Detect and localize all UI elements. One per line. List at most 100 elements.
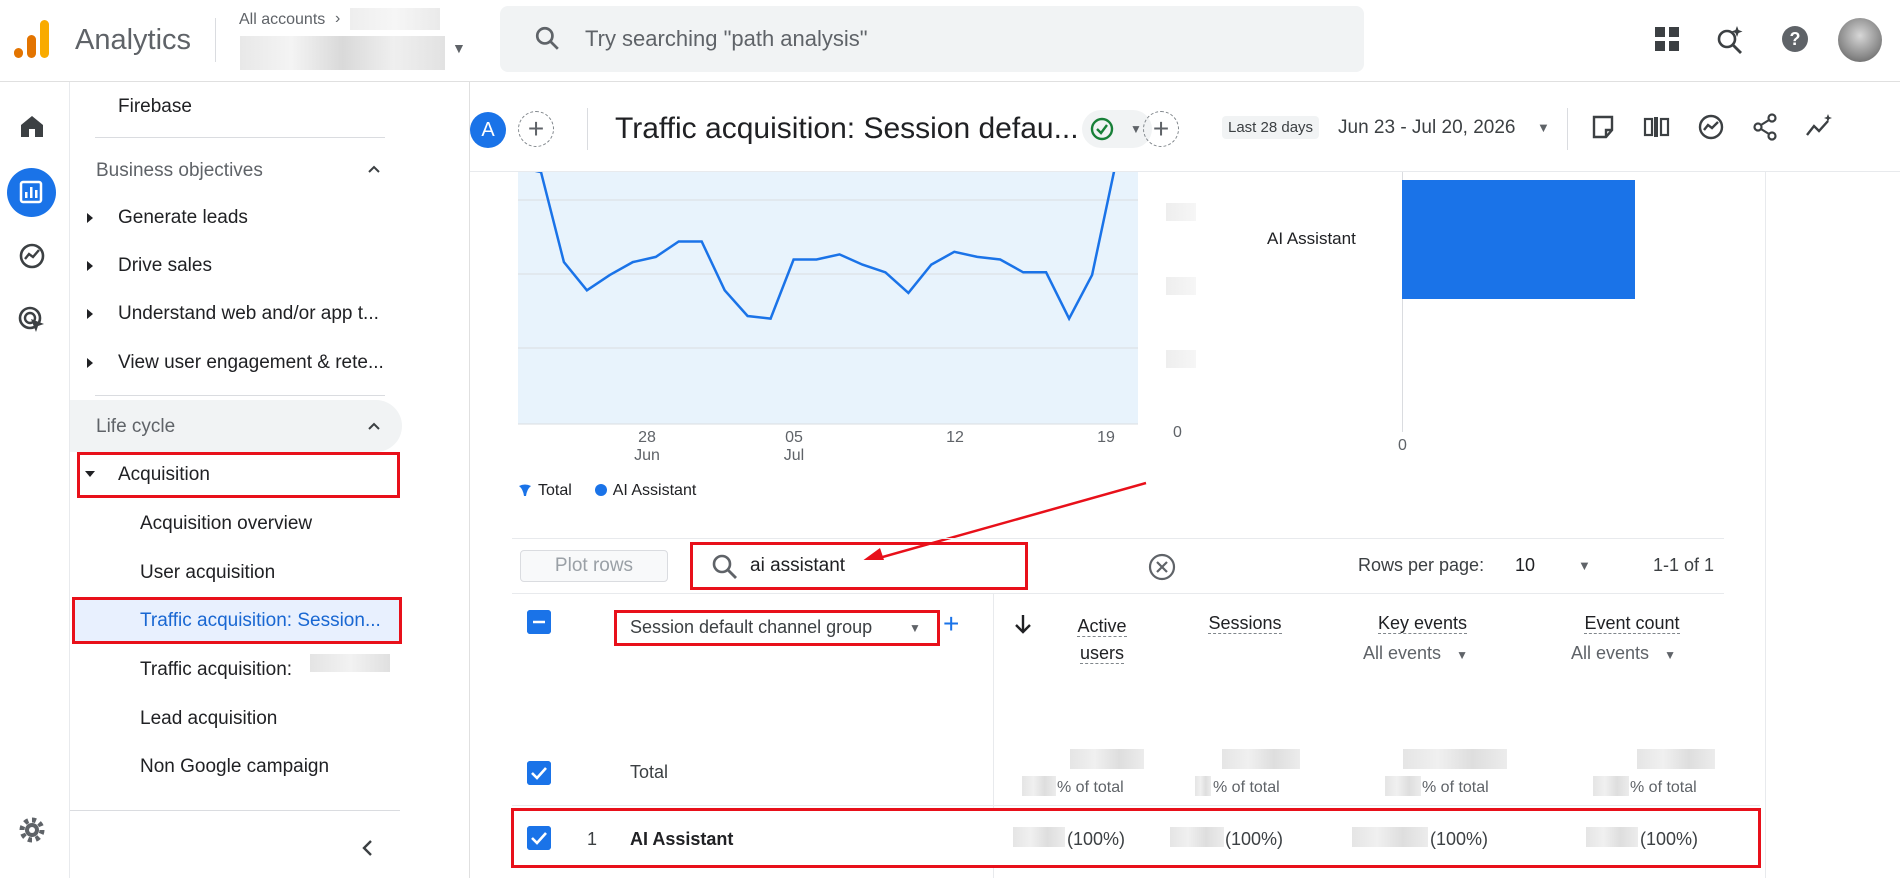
nav-non-google-campaign[interactable]: Non Google campaign bbox=[140, 756, 329, 778]
select-all-checkbox[interactable] bbox=[527, 610, 551, 634]
nav-lead-acquisition[interactable]: Lead acquisition bbox=[140, 708, 277, 730]
advertising-icon[interactable] bbox=[14, 302, 50, 338]
nav-traffic-acquisition-other[interactable]: Traffic acquisition: bbox=[140, 659, 292, 681]
reports-icon[interactable] bbox=[13, 174, 49, 210]
add-filter-button[interactable]: + bbox=[1143, 111, 1179, 147]
search-icon bbox=[712, 554, 737, 579]
collapse-caret-icon[interactable] bbox=[84, 469, 96, 479]
key-events-dropdown-icon[interactable]: ▼ bbox=[1456, 648, 1468, 662]
key-events-filter-label: All events bbox=[1363, 643, 1442, 663]
explore-icon[interactable] bbox=[14, 238, 50, 274]
total-row-checkbox[interactable] bbox=[527, 761, 551, 785]
help-icon[interactable]: ? bbox=[1778, 22, 1812, 56]
redacted-account-name bbox=[350, 8, 440, 30]
nav-firebase[interactable]: Firebase bbox=[118, 96, 192, 118]
property-dropdown-icon[interactable]: ▼ bbox=[452, 40, 466, 56]
apps-grid-icon[interactable] bbox=[1650, 22, 1684, 56]
share-icon[interactable] bbox=[1750, 112, 1780, 142]
legend-total-icon bbox=[519, 484, 531, 496]
redacted-pct-value bbox=[1195, 776, 1211, 796]
date-range[interactable]: Jun 23 - Jul 20, 2026 bbox=[1338, 117, 1515, 139]
search-icon bbox=[535, 26, 559, 50]
redacted-y-tick bbox=[1166, 203, 1196, 221]
chevron-up-icon[interactable] bbox=[367, 419, 381, 433]
account-breadcrumb[interactable]: All accounts bbox=[239, 11, 325, 29]
customize-report-icon[interactable] bbox=[1642, 112, 1672, 142]
redacted-nav-label bbox=[310, 654, 390, 672]
search-insights-icon[interactable] bbox=[1713, 22, 1747, 56]
bar-category-label: AI Assistant bbox=[1267, 229, 1356, 248]
redacted-pct-value bbox=[1022, 776, 1056, 796]
event-count-filter[interactable]: All events ▼ bbox=[1571, 643, 1676, 664]
expand-caret-icon[interactable] bbox=[87, 358, 93, 368]
redacted-pct-value bbox=[1593, 776, 1629, 796]
status-dropdown-icon[interactable]: ▼ bbox=[1130, 122, 1142, 136]
x-tick-label-28-day: 28 bbox=[638, 429, 656, 446]
rows-per-page-select[interactable]: 10 bbox=[1515, 555, 1535, 576]
report-title: Traffic acquisition: Session defau... bbox=[615, 112, 1079, 145]
plot-rows-button[interactable]: Plot rows bbox=[520, 550, 668, 582]
svg-text:?: ? bbox=[1790, 29, 1801, 49]
header-divider bbox=[587, 108, 588, 150]
add-comparison-button[interactable]: + bbox=[518, 111, 554, 147]
event-count-dropdown-icon[interactable]: ▼ bbox=[1664, 648, 1676, 662]
sessions-label: Sessions bbox=[1208, 613, 1282, 634]
total-row-label: Total bbox=[630, 762, 669, 782]
check-circle-icon bbox=[1090, 117, 1114, 141]
expand-caret-icon[interactable] bbox=[87, 261, 93, 271]
event-count-filter-label: All events bbox=[1571, 643, 1650, 663]
row-channel-name: AI Assistant bbox=[630, 829, 734, 849]
nav-generate-leads[interactable]: Generate leads bbox=[118, 207, 248, 229]
settings-gear-icon[interactable] bbox=[17, 815, 47, 845]
dimension-dropdown-icon[interactable]: ▼ bbox=[909, 621, 921, 635]
search-input[interactable] bbox=[585, 22, 1285, 56]
nav-section-life-cycle[interactable]: Life cycle bbox=[96, 416, 175, 438]
bar-ai-assistant bbox=[1402, 180, 1635, 299]
account-divider bbox=[215, 18, 216, 62]
trend-sparkle-icon[interactable] bbox=[1804, 112, 1834, 142]
nav-acquisition-overview[interactable]: Acquisition overview bbox=[140, 513, 312, 535]
y-axis-zero-label: 0 bbox=[1173, 424, 1182, 441]
column-header-active-users[interactable]: Active users bbox=[1062, 613, 1142, 667]
rows-per-page-dropdown-icon[interactable]: ▼ bbox=[1578, 558, 1591, 573]
nav-view-user-engagement[interactable]: View user engagement & rete... bbox=[118, 352, 384, 374]
row-index: 1 bbox=[587, 829, 598, 849]
redacted-row-value bbox=[1170, 827, 1224, 847]
redacted-property-picker[interactable] bbox=[240, 36, 445, 70]
nav-understand-web[interactable]: Understand web and/or app t... bbox=[118, 303, 379, 325]
add-dimension-button[interactable]: + bbox=[943, 608, 959, 640]
insights-icon[interactable] bbox=[1696, 112, 1726, 142]
nav-drive-sales[interactable]: Drive sales bbox=[118, 255, 212, 277]
nav-section-business-objectives[interactable]: Business objectives bbox=[96, 160, 263, 182]
pagination-info: 1-1 of 1 bbox=[1653, 555, 1715, 575]
line-chart bbox=[518, 172, 1138, 425]
chevron-up-icon[interactable] bbox=[367, 162, 381, 176]
collapse-nav-chevron-left-icon[interactable] bbox=[358, 838, 378, 858]
column-header-event-count[interactable]: Event count bbox=[1577, 613, 1687, 634]
nav-acquisition[interactable]: Acquisition bbox=[118, 464, 210, 486]
pct-of-total-event-count: % of total bbox=[1630, 779, 1697, 796]
key-events-filter[interactable]: All events ▼ bbox=[1363, 643, 1468, 664]
analytics-logo[interactable] bbox=[14, 18, 50, 60]
date-range-dropdown-icon[interactable]: ▼ bbox=[1537, 120, 1550, 135]
home-icon[interactable] bbox=[14, 108, 50, 144]
sort-descending-arrow-icon[interactable] bbox=[1012, 613, 1034, 635]
table-top-divider bbox=[512, 538, 1724, 539]
dimension-selector[interactable]: Session default channel group bbox=[630, 617, 872, 638]
comparison-segment-a[interactable]: A bbox=[470, 112, 506, 148]
expand-caret-icon[interactable] bbox=[87, 309, 93, 319]
table-search-input[interactable] bbox=[750, 552, 930, 580]
table-header-divider bbox=[512, 593, 1724, 594]
edit-comparisons-icon[interactable] bbox=[1588, 112, 1618, 142]
redacted-total-value bbox=[1070, 749, 1144, 769]
user-avatar[interactable] bbox=[1838, 18, 1882, 62]
nav-user-acquisition[interactable]: User acquisition bbox=[140, 562, 275, 584]
date-preset-chip[interactable]: Last 28 days bbox=[1222, 116, 1320, 139]
clear-search-icon[interactable] bbox=[1147, 552, 1177, 582]
redacted-row-value bbox=[1352, 827, 1428, 847]
nav-traffic-acquisition-session[interactable]: Traffic acquisition: Session... bbox=[140, 610, 381, 632]
expand-caret-icon[interactable] bbox=[87, 213, 93, 223]
column-header-sessions[interactable]: Sessions bbox=[1200, 613, 1290, 634]
column-header-key-events[interactable]: Key events bbox=[1370, 613, 1475, 634]
row-checkbox[interactable] bbox=[527, 826, 551, 850]
